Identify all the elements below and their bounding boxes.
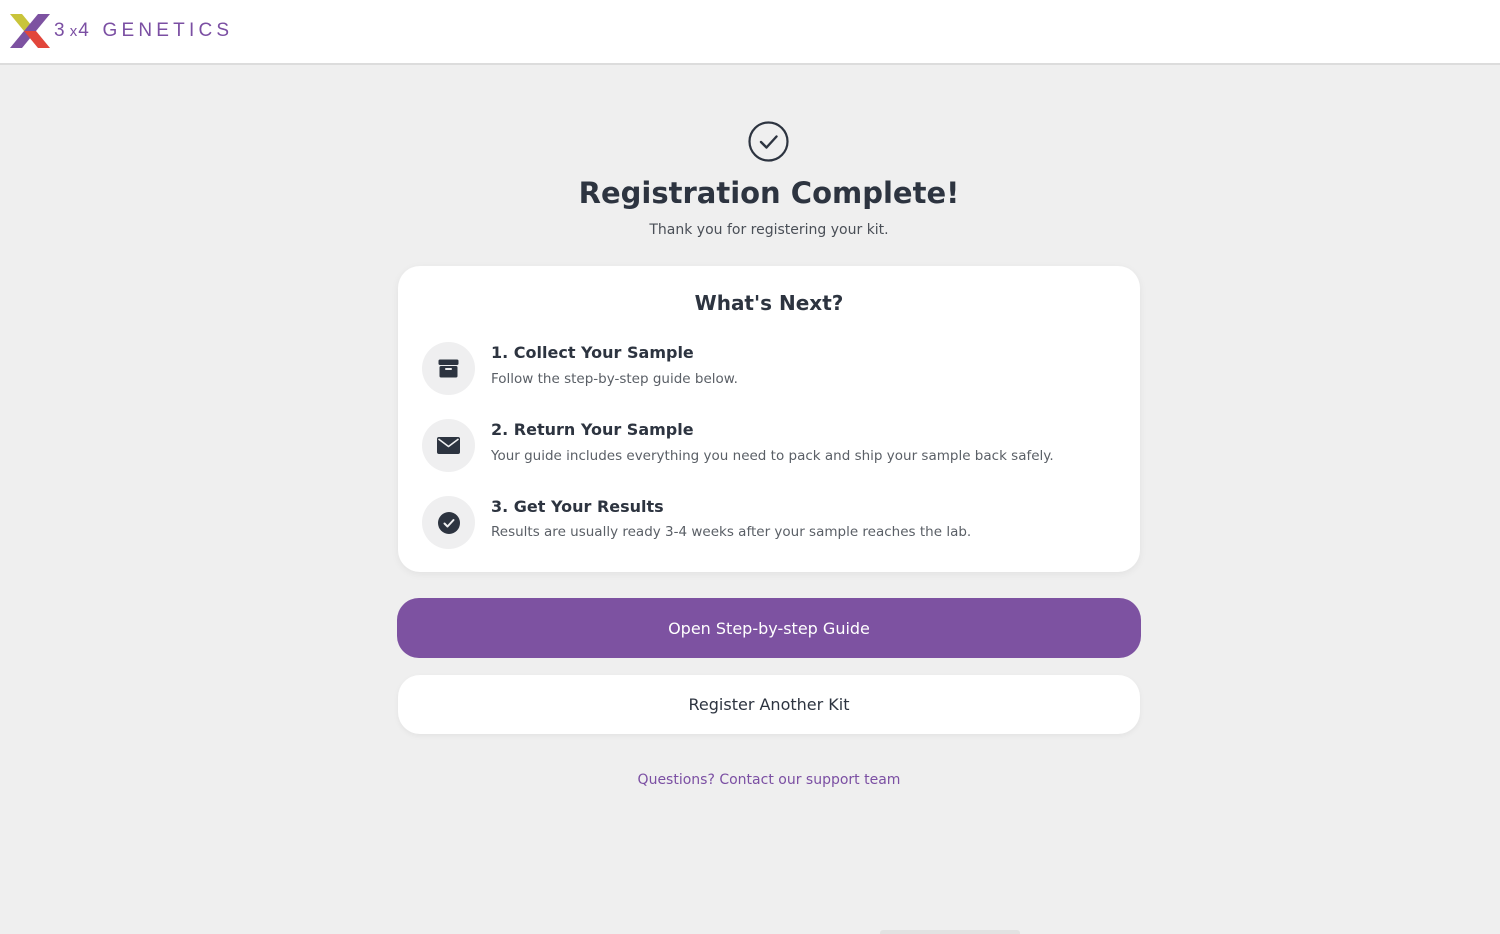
check-circle-icon xyxy=(748,121,789,162)
step-1-description: Follow the step-by-step guide below. xyxy=(491,371,738,387)
next-steps-title: What's Next? xyxy=(694,291,844,315)
bottom-edge-divider xyxy=(880,930,1020,934)
check-circle-filled-icon xyxy=(422,496,475,549)
open-guide-button[interactable]: Open Step-by-step Guide xyxy=(397,598,1141,658)
box-icon xyxy=(422,342,475,395)
logo-x-mark-icon xyxy=(10,14,50,48)
step-2-description: Your guide includes everything you need … xyxy=(491,448,1054,464)
step-3-title: 3. Get Your Results xyxy=(491,497,664,516)
contact-support-link[interactable]: Questions? Contact our support team xyxy=(638,772,901,788)
envelope-icon xyxy=(422,419,475,472)
step-2-title: 2. Return Your Sample xyxy=(491,420,694,439)
support-link-container: Questions? Contact our support team xyxy=(0,769,1500,791)
page-title: Registration Complete! xyxy=(578,176,960,210)
site-header: 3x4 GENETICS xyxy=(0,0,1500,65)
register-another-kit-button[interactable]: Register Another Kit xyxy=(398,675,1140,734)
page-subtitle: Thank you for registering your kit. xyxy=(649,222,889,238)
step-3-description: Results are usually ready 3-4 weeks afte… xyxy=(491,524,972,540)
brand-logo[interactable]: 3x4 GENETICS xyxy=(10,14,233,48)
step-1-title: 1. Collect Your Sample xyxy=(491,343,694,362)
logo-wordmark: 3x4 GENETICS xyxy=(54,19,234,41)
